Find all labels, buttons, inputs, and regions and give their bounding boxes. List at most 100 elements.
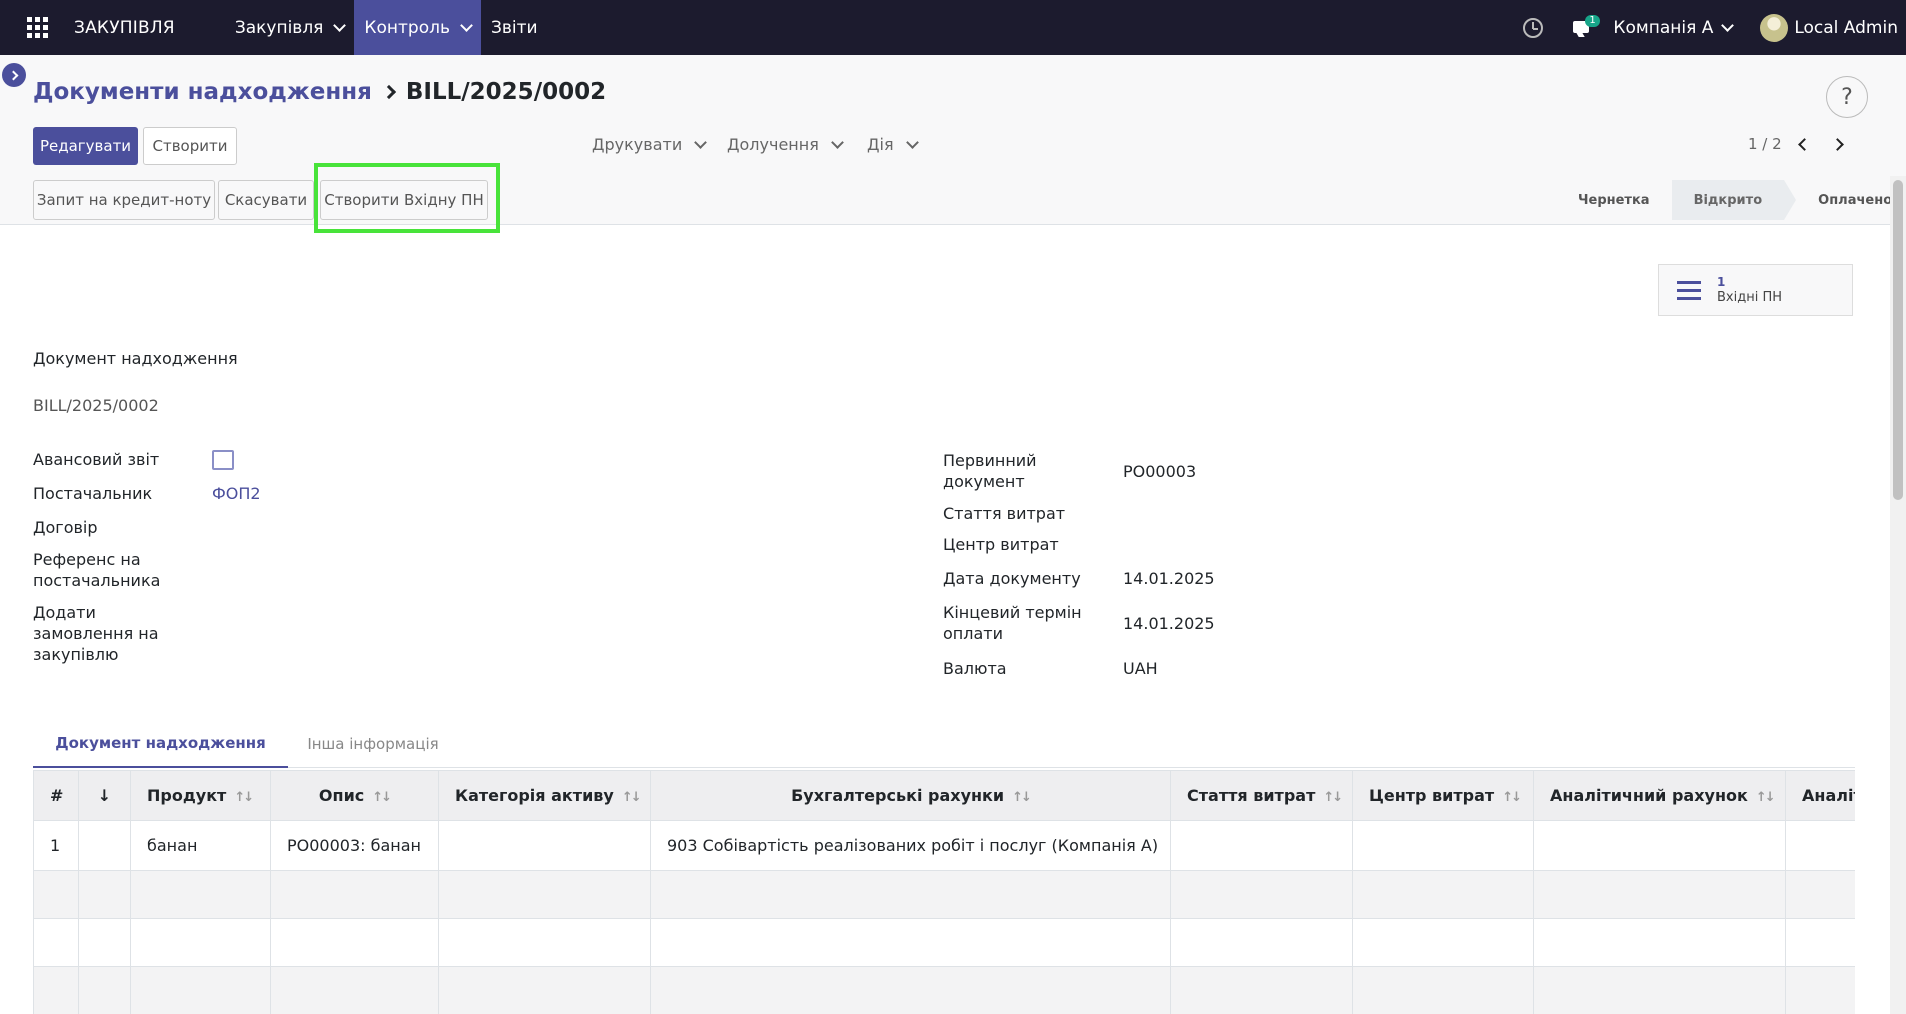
- incoming-invoices-smart-button[interactable]: 1 Вхідні ПН: [1658, 264, 1853, 316]
- messages-badge: 1: [1585, 14, 1600, 27]
- print-label: Друкувати: [592, 135, 683, 154]
- col-accounts-label: Бухгалтерські рахунки: [791, 786, 1005, 805]
- print-dropdown[interactable]: Друкувати: [592, 135, 708, 154]
- sort-icon: ↑↓: [372, 790, 392, 805]
- col-expense-item[interactable]: Стаття витрат ↑↓: [1170, 770, 1353, 821]
- breadcrumb-current: BILL/2025/0002: [405, 79, 607, 105]
- col-analytic-account[interactable]: Аналітичний рахунок ↑↓: [1533, 770, 1786, 821]
- due-date-value: 14.01.2025: [1123, 614, 1215, 633]
- menu-control-label: Контроль: [364, 17, 450, 38]
- chevron-down-icon: [905, 136, 919, 149]
- col-number-label: #: [50, 786, 64, 805]
- cancel-button[interactable]: Скасувати: [218, 180, 314, 220]
- vendor-link[interactable]: ФОП2: [212, 484, 261, 503]
- col-cost-center[interactable]: Центр витрат ↑↓: [1352, 770, 1534, 821]
- smart-button-count: 1: [1717, 275, 1726, 289]
- breadcrumb-parent-link[interactable]: Документи надходження: [33, 79, 372, 105]
- menu-reports[interactable]: Звіти: [481, 0, 548, 55]
- attachments-dropdown[interactable]: Долучення: [727, 135, 844, 154]
- page-scrollbar[interactable]: [1890, 176, 1906, 1014]
- advance-report-checkbox[interactable]: [212, 450, 234, 470]
- sidebar-toggle-icon[interactable]: [2, 63, 26, 87]
- menu-purchase[interactable]: Закупівля: [225, 0, 355, 55]
- col-number: #: [33, 770, 79, 821]
- smart-button-label: Вхідні ПН: [1717, 290, 1783, 305]
- chevron-down-icon: [1721, 18, 1735, 32]
- sort-icon: ↑↓: [621, 790, 642, 805]
- chevron-down-icon: [694, 136, 708, 149]
- cost-center-label: Центр витрат: [943, 535, 1059, 554]
- cell-analytic-account[interactable]: [1533, 820, 1786, 871]
- document-type-label: Документ надходження: [33, 349, 238, 368]
- cell-account[interactable]: 903 Собівартість реалізованих робіт і по…: [650, 820, 1171, 871]
- create-button[interactable]: Створити: [143, 127, 237, 165]
- list-icon: [1677, 280, 1701, 300]
- action-dropdown[interactable]: Дія: [867, 135, 919, 154]
- tab-receipt-document[interactable]: Документ надходження: [33, 720, 288, 768]
- cell-cost-center[interactable]: [1352, 820, 1534, 871]
- credit-note-request-button[interactable]: Запит на кредит-ноту: [33, 180, 215, 220]
- table-empty-row: [33, 870, 1855, 919]
- pager-previous-icon[interactable]: [1797, 137, 1811, 151]
- activity-clock-icon[interactable]: [1523, 17, 1544, 38]
- sort-icon: ↑↓: [1012, 790, 1032, 805]
- pager-value[interactable]: 1 / 2: [1748, 135, 1782, 153]
- col-asset-category-label: Категорія активу: [455, 786, 614, 805]
- col-analytics[interactable]: Аналітика: [1785, 770, 1855, 821]
- due-date-label: Кінцевий термін оплати: [943, 603, 1082, 643]
- company-name: Компанія А: [1613, 17, 1714, 38]
- table-empty-row: [33, 966, 1855, 1014]
- action-label: Дія: [867, 135, 894, 154]
- col-cost-center-label: Центр витрат: [1369, 786, 1495, 805]
- pager-next-icon[interactable]: [1830, 137, 1844, 151]
- user-menu[interactable]: Local Admin: [1760, 13, 1898, 42]
- col-product[interactable]: Продукт ↑↓: [130, 770, 271, 821]
- chevron-down-icon: [830, 136, 844, 149]
- form-tabs: Документ надходження Інша інформація: [33, 720, 1855, 768]
- apps-menu-icon[interactable]: [0, 0, 74, 55]
- cell-product[interactable]: банан: [130, 820, 271, 871]
- cell-description[interactable]: PO00003: банан: [270, 820, 439, 871]
- highlight-box: [314, 163, 500, 233]
- chevron-right-icon: [381, 84, 396, 100]
- sort-icon: ↑↓: [1755, 790, 1776, 805]
- sort-icon: ↑↓: [1323, 790, 1343, 805]
- col-asset-category[interactable]: Категорія активу ↑↓: [438, 770, 651, 821]
- expense-item-label: Стаття витрат: [943, 504, 1066, 523]
- avatar: [1760, 13, 1789, 42]
- edit-button[interactable]: Редагувати: [33, 127, 138, 165]
- vendor-reference-label: Референс на постачальника: [33, 550, 161, 590]
- col-sequence-label: ↓: [97, 786, 112, 805]
- sort-icon: ↑↓: [1502, 790, 1522, 805]
- table-row[interactable]: 1 банан PO00003: банан 903 Собівартість …: [33, 820, 1855, 871]
- col-product-label: Продукт: [147, 786, 227, 805]
- chevron-down-icon: [333, 18, 347, 32]
- contract-label: Договір: [33, 518, 98, 537]
- invoice-lines-table: # ↓ Продукт ↑↓ Опис ↑↓ Категорія активу ↑↓ …: [33, 770, 1855, 1014]
- status-step-open: Відкрито: [1671, 180, 1785, 220]
- help-button[interactable]: ?: [1826, 76, 1868, 118]
- status-step-arrow: [1784, 180, 1797, 220]
- attachments-label: Долучення: [727, 135, 819, 154]
- col-analytic-account-label: Аналітичний рахунок: [1550, 786, 1748, 805]
- cell-analytics[interactable]: [1785, 820, 1855, 871]
- tab-other-info[interactable]: Інша інформація: [288, 720, 458, 768]
- sort-icon: ↑↓: [234, 790, 254, 805]
- menu-control[interactable]: Контроль: [354, 0, 481, 55]
- col-sequence[interactable]: ↓: [78, 770, 131, 821]
- messages-icon[interactable]: 1: [1573, 14, 1600, 37]
- status-step-draft: Чернетка: [1578, 192, 1650, 208]
- scrollbar-thumb[interactable]: [1893, 180, 1903, 500]
- cell-number: 1: [33, 820, 79, 871]
- user-name: Local Admin: [1794, 17, 1898, 38]
- col-accounts[interactable]: Бухгалтерські рахунки ↑↓: [650, 770, 1171, 821]
- cell-asset-category[interactable]: [438, 820, 651, 871]
- source-document-label: Первинний документ: [943, 451, 1037, 491]
- menu-reports-label: Звіти: [491, 17, 538, 38]
- table-header-row: # ↓ Продукт ↑↓ Опис ↑↓ Категорія активу ↑↓ …: [33, 770, 1855, 821]
- company-switcher[interactable]: Компанія А: [1613, 17, 1735, 38]
- col-expense-item-label: Стаття витрат: [1187, 786, 1316, 805]
- col-analytics-label: Аналітика: [1802, 786, 1855, 805]
- cell-expense-item[interactable]: [1170, 820, 1353, 871]
- col-description[interactable]: Опис ↑↓: [270, 770, 439, 821]
